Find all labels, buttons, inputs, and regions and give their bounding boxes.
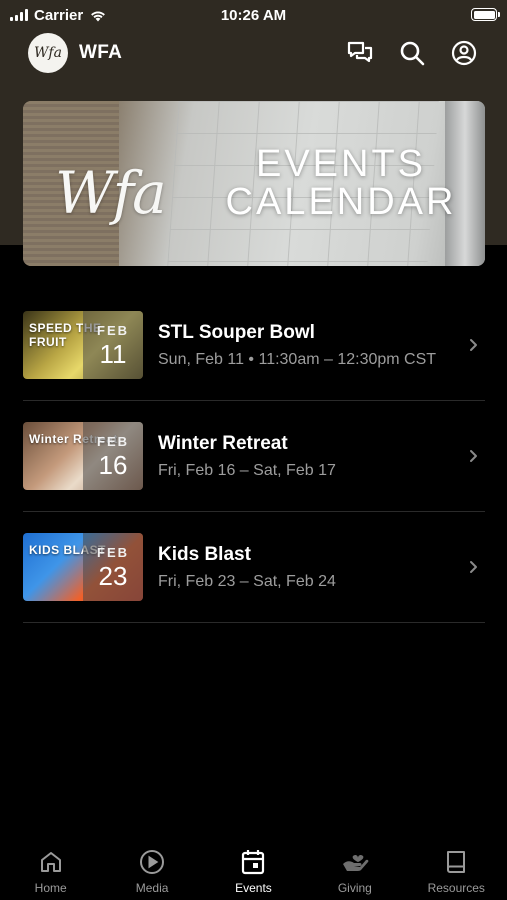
banner-title-line2: CALENDAR bbox=[225, 181, 457, 223]
tab-media-label: Media bbox=[135, 881, 169, 895]
event-row-winter-retreat[interactable]: Winter Retreat FEB 16 Winter Retreat Fri… bbox=[23, 401, 485, 512]
event-date: Fri, Feb 16 – Sat, Feb 17 bbox=[158, 461, 336, 479]
app-header: Wfa WFA bbox=[0, 32, 507, 74]
status-bar: Carrier 10:26 AM bbox=[0, 0, 507, 30]
chevron-right-icon bbox=[463, 557, 483, 577]
event-info: Kids Blast Fri, Feb 23 – Sat, Feb 24 bbox=[158, 544, 463, 591]
date-badge: FEB 23 bbox=[83, 533, 143, 601]
app-logo[interactable]: Wfa bbox=[28, 33, 68, 73]
event-row-stl-souper-bowl[interactable]: SPEED THE FRUIT FEB 11 STL Souper Bowl S… bbox=[23, 290, 485, 401]
banner-script-logo: Wfa bbox=[55, 159, 167, 227]
chevron-right-icon bbox=[463, 446, 483, 466]
event-info: STL Souper Bowl Sun, Feb 11 • 11:30am – … bbox=[158, 322, 463, 369]
tab-resources-label: Resources bbox=[427, 881, 485, 895]
date-day: 23 bbox=[98, 560, 128, 591]
home-icon bbox=[37, 848, 65, 876]
search-icon[interactable] bbox=[397, 38, 427, 68]
tab-events[interactable]: Events bbox=[203, 848, 303, 895]
app-title: WFA bbox=[79, 42, 123, 63]
event-thumbnail: KIDS BLAST FEB 23 bbox=[23, 533, 143, 601]
date-month: FEB bbox=[97, 544, 129, 560]
banner-title-line1: EVENTS bbox=[255, 143, 427, 185]
header-actions bbox=[345, 38, 479, 68]
events-calendar-banner: Wfa EVENTS CALENDAR bbox=[23, 101, 485, 266]
event-date: Sun, Feb 11 • 11:30am – 12:30pm CST bbox=[158, 350, 437, 368]
date-day: 16 bbox=[98, 449, 128, 480]
calendar-icon bbox=[239, 848, 267, 876]
play-icon bbox=[138, 848, 166, 876]
date-month: FEB bbox=[97, 433, 129, 449]
event-title: Kids Blast bbox=[158, 543, 251, 565]
event-info: Winter Retreat Fri, Feb 16 – Sat, Feb 17 bbox=[158, 433, 463, 480]
battery-icon bbox=[471, 8, 500, 21]
date-badge: FEB 11 bbox=[83, 311, 143, 379]
tab-bar: Home Media Events Giving Resources bbox=[0, 840, 507, 900]
event-title: Winter Retreat bbox=[158, 432, 288, 454]
chevron-right-icon bbox=[463, 335, 483, 355]
tab-home-label: Home bbox=[34, 881, 67, 895]
tab-events-label: Events bbox=[235, 881, 272, 895]
date-day: 11 bbox=[99, 338, 127, 369]
event-thumbnail: Winter Retreat FEB 16 bbox=[23, 422, 143, 490]
status-time: 10:26 AM bbox=[220, 6, 287, 24]
chat-icon[interactable] bbox=[345, 38, 375, 68]
tab-resources[interactable]: Resources bbox=[406, 848, 506, 895]
event-thumbnail: SPEED THE FRUIT FEB 11 bbox=[23, 311, 143, 379]
date-month: FEB bbox=[97, 322, 129, 338]
book-icon bbox=[442, 848, 470, 876]
event-list: SPEED THE FRUIT FEB 11 STL Souper Bowl S… bbox=[23, 290, 485, 623]
event-date: Fri, Feb 23 – Sat, Feb 24 bbox=[158, 572, 336, 590]
event-title: STL Souper Bowl bbox=[158, 321, 315, 343]
account-icon[interactable] bbox=[449, 38, 479, 68]
tab-home[interactable]: Home bbox=[1, 848, 101, 895]
tab-giving-label: Giving bbox=[337, 881, 372, 895]
date-badge: FEB 16 bbox=[83, 422, 143, 490]
logo-text: Wfa bbox=[34, 45, 62, 61]
event-row-kids-blast[interactable]: KIDS BLAST FEB 23 Kids Blast Fri, Feb 23… bbox=[23, 512, 485, 623]
tab-giving[interactable]: Giving bbox=[305, 848, 405, 895]
tab-media[interactable]: Media bbox=[102, 848, 202, 895]
giving-hand-icon bbox=[341, 848, 369, 876]
banner-title: EVENTS CALENDAR bbox=[203, 145, 479, 221]
